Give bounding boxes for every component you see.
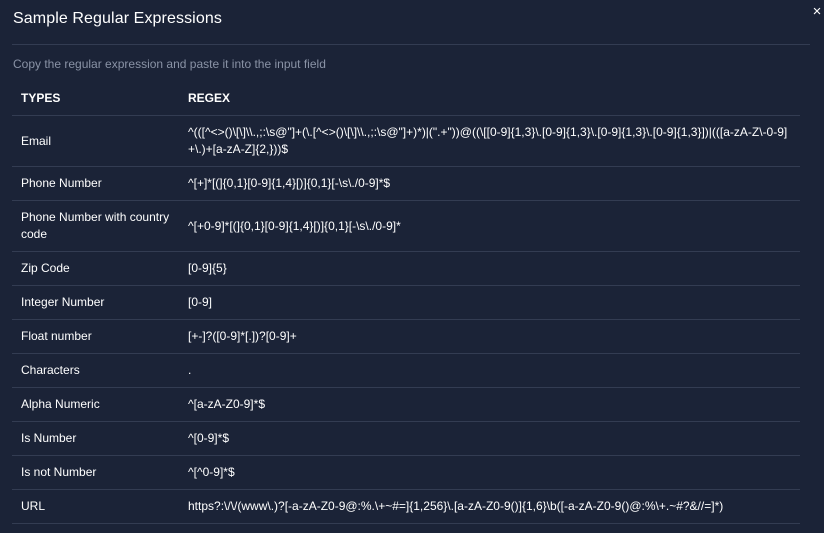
table-row: Phone Number ^[+]*[(]{0,1}[0-9]{1,4}[)]{…: [12, 166, 800, 201]
regex-cell[interactable]: ^[a-zA-Z0-9]*$: [179, 387, 800, 422]
regex-cell[interactable]: ^[^0-9]*$: [179, 455, 800, 490]
table-row: URL https?:\/\/(www\.)?[-a-zA-Z0-9@:%.\+…: [12, 489, 800, 524]
table-row: Characters .: [12, 353, 800, 388]
table-row: Email ^(([^<>()\[\]\\.,;:\s@"]+(\.[^<>()…: [12, 115, 800, 167]
table-row: Is not Number ^[^0-9]*$: [12, 455, 800, 490]
table-row: Alpha Numeric ^[a-zA-Z0-9]*$: [12, 387, 800, 422]
table-row: Integer Number [0-9]: [12, 285, 800, 320]
type-cell: Is Number: [12, 421, 179, 456]
type-cell: Email: [12, 115, 179, 167]
regex-cell[interactable]: [0-9]{5}: [179, 251, 800, 286]
type-cell: Float number: [12, 319, 179, 354]
regex-samples-modal: Sample Regular Expressions × Copy the re…: [0, 0, 824, 533]
table-row: Phone Number with country code ^[+0-9]*[…: [12, 200, 800, 252]
type-cell: Alpha Numeric: [12, 387, 179, 422]
regex-cell[interactable]: [0-9]: [179, 285, 800, 320]
type-cell: Integer Number: [12, 285, 179, 320]
modal-subtitle: Copy the regular expression and paste it…: [13, 57, 326, 71]
type-cell: Zip Code: [12, 251, 179, 286]
regex-cell[interactable]: .: [179, 353, 800, 388]
regex-cell[interactable]: https?:\/\/(www\.)?[-a-zA-Z0-9@:%.\+~#=]…: [179, 489, 800, 524]
type-cell: Phone Number: [12, 166, 179, 201]
regex-cell[interactable]: ^[0-9]*$: [179, 421, 800, 456]
regex-cell[interactable]: ^(([^<>()\[\]\\.,;:\s@"]+(\.[^<>()\[\]\\…: [179, 115, 800, 167]
type-cell: Is not Number: [12, 455, 179, 490]
type-cell: URL: [12, 489, 179, 524]
regex-cell[interactable]: ^[+0-9]*[(]{0,1}[0-9]{1,4}[)]{0,1}[-\s\.…: [179, 200, 800, 252]
header-divider: [12, 44, 810, 45]
regex-table: TYPES REGEX Email ^(([^<>()\[\]\\.,;:\s@…: [12, 81, 800, 524]
table-row: Float number [+-]?([0-9]*[.])?[0-9]+: [12, 319, 800, 354]
type-cell: Phone Number with country code: [12, 200, 179, 252]
regex-cell[interactable]: ^[+]*[(]{0,1}[0-9]{1,4}[)]{0,1}[-\s\./0-…: [179, 166, 800, 201]
modal-title: Sample Regular Expressions: [13, 10, 222, 27]
table-row: Zip Code [0-9]{5}: [12, 251, 800, 286]
column-header-regex: REGEX: [179, 81, 800, 116]
regex-cell[interactable]: [+-]?([0-9]*[.])?[0-9]+: [179, 319, 800, 354]
column-header-types: TYPES: [12, 81, 179, 116]
table-header-row: TYPES REGEX: [12, 81, 800, 116]
close-icon[interactable]: ×: [810, 3, 824, 21]
type-cell: Characters: [12, 353, 179, 388]
table-row: Is Number ^[0-9]*$: [12, 421, 800, 456]
